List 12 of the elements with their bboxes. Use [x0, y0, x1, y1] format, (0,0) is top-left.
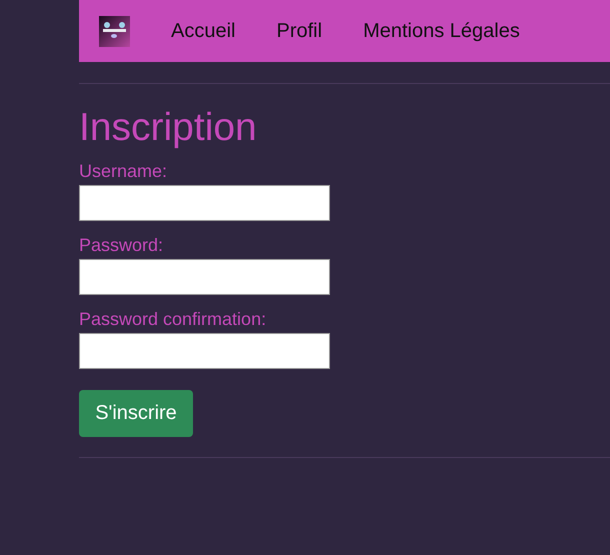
field-label: Username: — [79, 161, 168, 182]
field-label: Password confirmation: — [79, 309, 268, 330]
input-field[interactable] — [79, 185, 330, 221]
signup-button[interactable]: S'inscrire — [79, 390, 193, 437]
input-field[interactable] — [79, 259, 330, 295]
page-title: Inscription — [79, 106, 258, 150]
field-label: Password: — [79, 235, 164, 256]
nav-link[interactable]: Profil — [276, 20, 322, 42]
nav-link[interactable]: Mentions Légales — [363, 20, 520, 42]
logo-icon[interactable] — [99, 16, 130, 46]
input-field[interactable] — [79, 333, 330, 369]
nav-link[interactable]: Accueil — [171, 20, 236, 42]
